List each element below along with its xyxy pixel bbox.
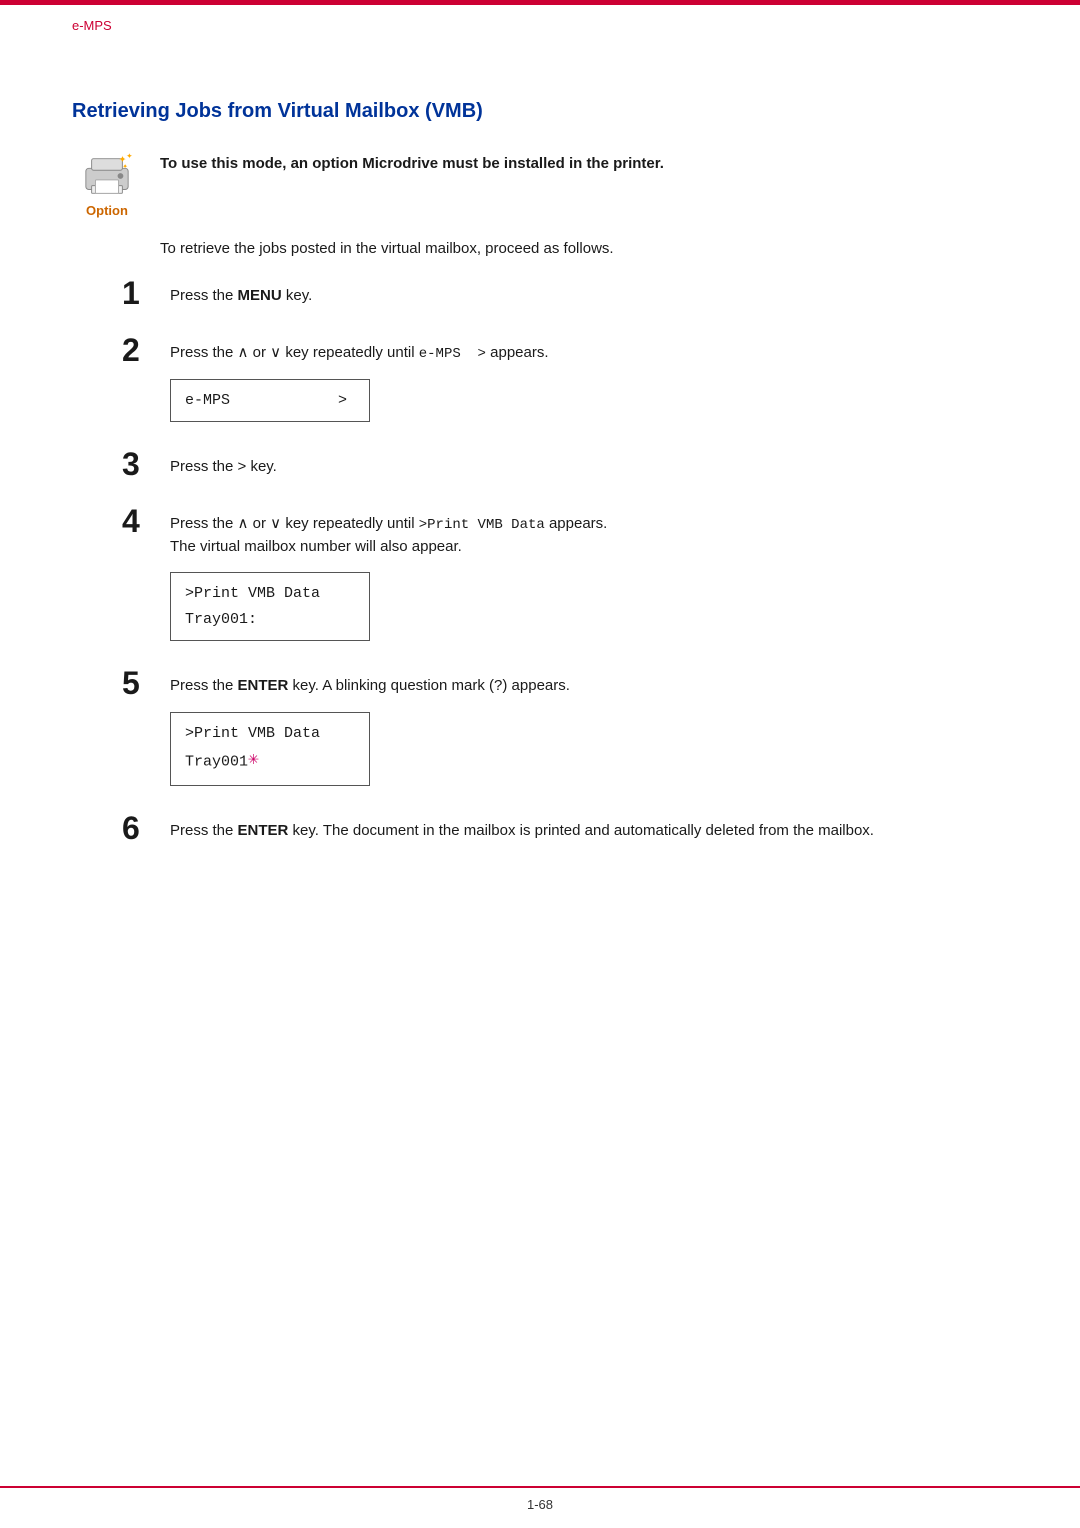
svg-text:✦: ✦ — [126, 152, 133, 161]
step-4: 4 Press the ∧ or ∨ key repeatedly until … — [122, 509, 1008, 652]
step-5: 5 Press the ENTER key. A blinking questi… — [122, 671, 1008, 796]
step-5-lcd-line1: >Print VMB Data — [185, 721, 355, 747]
step-3-text: Press the > key. — [170, 456, 1008, 479]
step-2-lcd: e-MPS > — [170, 379, 370, 423]
step-3: 3 Press the > key. — [122, 452, 1008, 489]
option-printer-icon: ✦ ✦ ✦ — [78, 151, 136, 201]
step-2-number: 2 — [122, 334, 170, 366]
bottom-rule — [0, 1486, 1080, 1488]
step-5-content: Press the ENTER key. A blinking question… — [170, 671, 1008, 796]
step-5-lcd: >Print VMB Data Tray001✳ — [170, 712, 370, 786]
step-4-text: Press the ∧ or ∨ key repeatedly until >P… — [170, 513, 1008, 559]
intro-text: To retrieve the jobs posted in the virtu… — [160, 240, 1008, 257]
step-5-lcd-line2: Tray001✳ — [185, 746, 355, 777]
header-label: e-MPS — [72, 18, 112, 33]
step-2-content: Press the ∧ or ∨ key repeatedly until e-… — [170, 338, 1008, 433]
step-4-lcd-line2: Tray001: — [185, 607, 355, 633]
section-title: Retrieving Jobs from Virtual Mailbox (VM… — [72, 100, 1008, 123]
option-icon-container: ✦ ✦ ✦ Option — [72, 151, 142, 218]
step-1-text: Press the MENU key. — [170, 285, 1008, 308]
main-content: Retrieving Jobs from Virtual Mailbox (VM… — [72, 100, 1008, 872]
step-6-content: Press the ENTER key. The document in the… — [170, 816, 1008, 853]
step-4-lcd-line1: >Print VMB Data — [185, 581, 355, 607]
svg-text:✦: ✦ — [122, 162, 128, 170]
step-3-content: Press the > key. — [170, 452, 1008, 489]
top-rule — [0, 0, 1080, 5]
page-number: 1-68 — [0, 1497, 1080, 1512]
step-6-number: 6 — [122, 812, 170, 844]
option-notice-text: To use this mode, an option Microdrive m… — [160, 151, 1008, 172]
step-1-number: 1 — [122, 277, 170, 309]
step-1: 1 Press the MENU key. — [122, 281, 1008, 318]
step-4-content: Press the ∧ or ∨ key repeatedly until >P… — [170, 509, 1008, 652]
steps-container: 1 Press the MENU key. 2 Press the ∧ or ∨… — [122, 281, 1008, 852]
step-6: 6 Press the ENTER key. The document in t… — [122, 816, 1008, 853]
step-2: 2 Press the ∧ or ∨ key repeatedly until … — [122, 338, 1008, 433]
step-3-number: 3 — [122, 448, 170, 480]
step-2-text: Press the ∧ or ∨ key repeatedly until e-… — [170, 342, 1008, 365]
step-4-lcd: >Print VMB Data Tray001: — [170, 572, 370, 641]
step-5-text: Press the ENTER key. A blinking question… — [170, 675, 1008, 698]
step-6-text: Press the ENTER key. The document in the… — [170, 820, 1008, 843]
step-2-lcd-line1: e-MPS > — [185, 388, 355, 414]
option-block: ✦ ✦ ✦ Option To use this mode, an option… — [72, 151, 1008, 218]
step-5-number: 5 — [122, 667, 170, 699]
step-4-number: 4 — [122, 505, 170, 537]
option-label: Option — [86, 203, 128, 218]
blink-mark: ✳ — [248, 745, 259, 776]
step-1-content: Press the MENU key. — [170, 281, 1008, 318]
